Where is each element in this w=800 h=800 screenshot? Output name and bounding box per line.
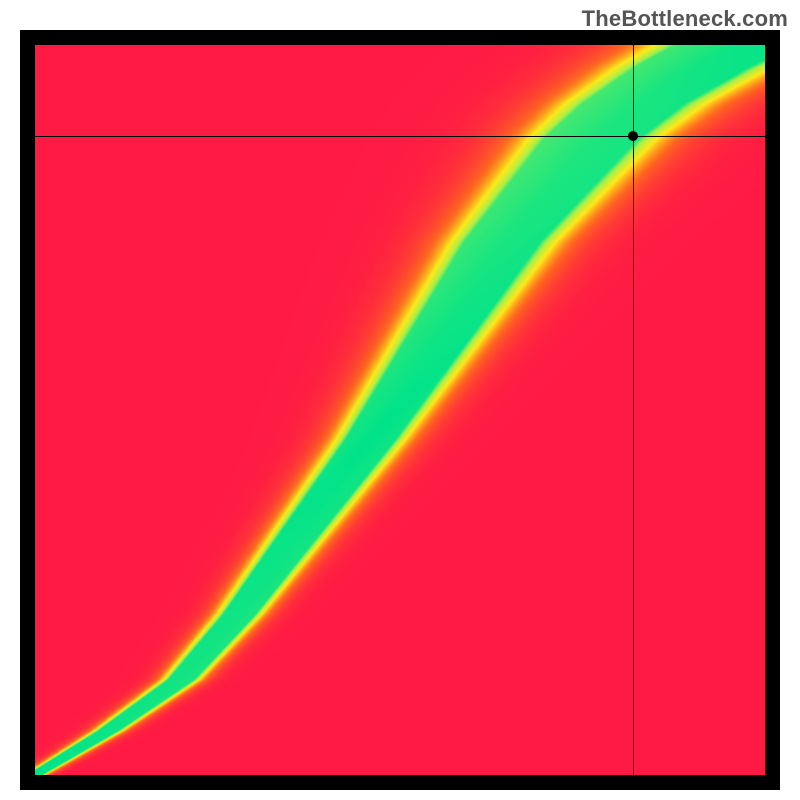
selection-marker[interactable] (628, 131, 638, 141)
watermark-text: TheBottleneck.com (582, 6, 788, 32)
plot-area[interactable] (35, 45, 765, 775)
crosshair-vertical (633, 45, 634, 775)
heatmap-canvas (35, 45, 765, 775)
plot-border (20, 30, 780, 790)
crosshair-horizontal (35, 136, 765, 137)
stage: TheBottleneck.com (0, 0, 800, 800)
